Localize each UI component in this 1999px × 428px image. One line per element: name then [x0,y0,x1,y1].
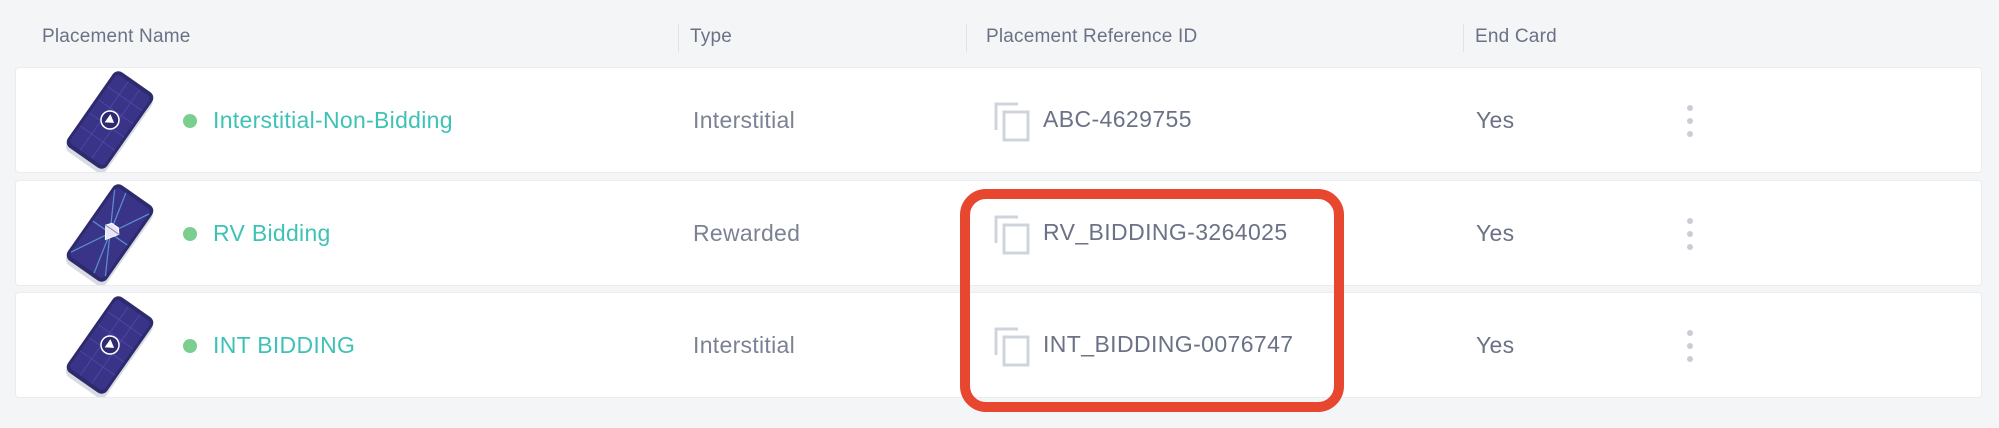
table-row[interactable]: Interstitial-Non-Bidding Interstitial AB… [15,67,1982,173]
header-type[interactable]: Type [690,26,732,48]
copy-icon[interactable] [992,100,1032,142]
status-dot-active [183,114,197,128]
table-header: Placement Name Type Placement Reference … [0,0,1999,70]
more-options-icon[interactable] [1682,328,1698,364]
end-card-value: Yes [1476,332,1515,358]
header-placement-name[interactable]: Placement Name [42,26,191,48]
reference-id: ABC-4629755 [1043,106,1192,132]
status-dot-active [183,339,197,353]
more-options-icon[interactable] [1682,103,1698,139]
end-card-value: Yes [1476,220,1515,246]
header-reference-id[interactable]: Placement Reference ID [986,26,1197,48]
column-divider [1463,24,1464,52]
placement-name-link[interactable]: Interstitial-Non-Bidding [213,107,453,134]
end-card-value: Yes [1476,107,1515,133]
placement-name-link[interactable]: RV Bidding [213,220,331,247]
more-options-icon[interactable] [1682,216,1698,252]
table-row[interactable]: RV Bidding Rewarded RV_BIDDING-3264025 Y… [15,180,1982,286]
placement-name-link[interactable]: INT BIDDING [213,332,355,359]
header-end-card[interactable]: End Card [1475,26,1557,48]
column-divider [966,24,967,52]
phone-play-icon [66,71,154,172]
table-row[interactable]: INT BIDDING Interstitial INT_BIDDING-007… [15,292,1982,398]
reference-id: INT_BIDDING-0076747 [1043,331,1294,357]
phone-play-icon [66,296,154,397]
placement-type: Interstitial [693,332,796,358]
copy-icon[interactable] [992,213,1032,255]
column-divider [678,24,679,52]
placements-table: Placement Name Type Placement Reference … [0,0,1999,428]
status-dot-active [183,227,197,241]
placement-type: Interstitial [693,107,796,133]
reference-id: RV_BIDDING-3264025 [1043,219,1288,245]
placement-type: Rewarded [693,220,801,246]
phone-gem-icon [66,184,154,285]
copy-icon[interactable] [992,325,1032,367]
